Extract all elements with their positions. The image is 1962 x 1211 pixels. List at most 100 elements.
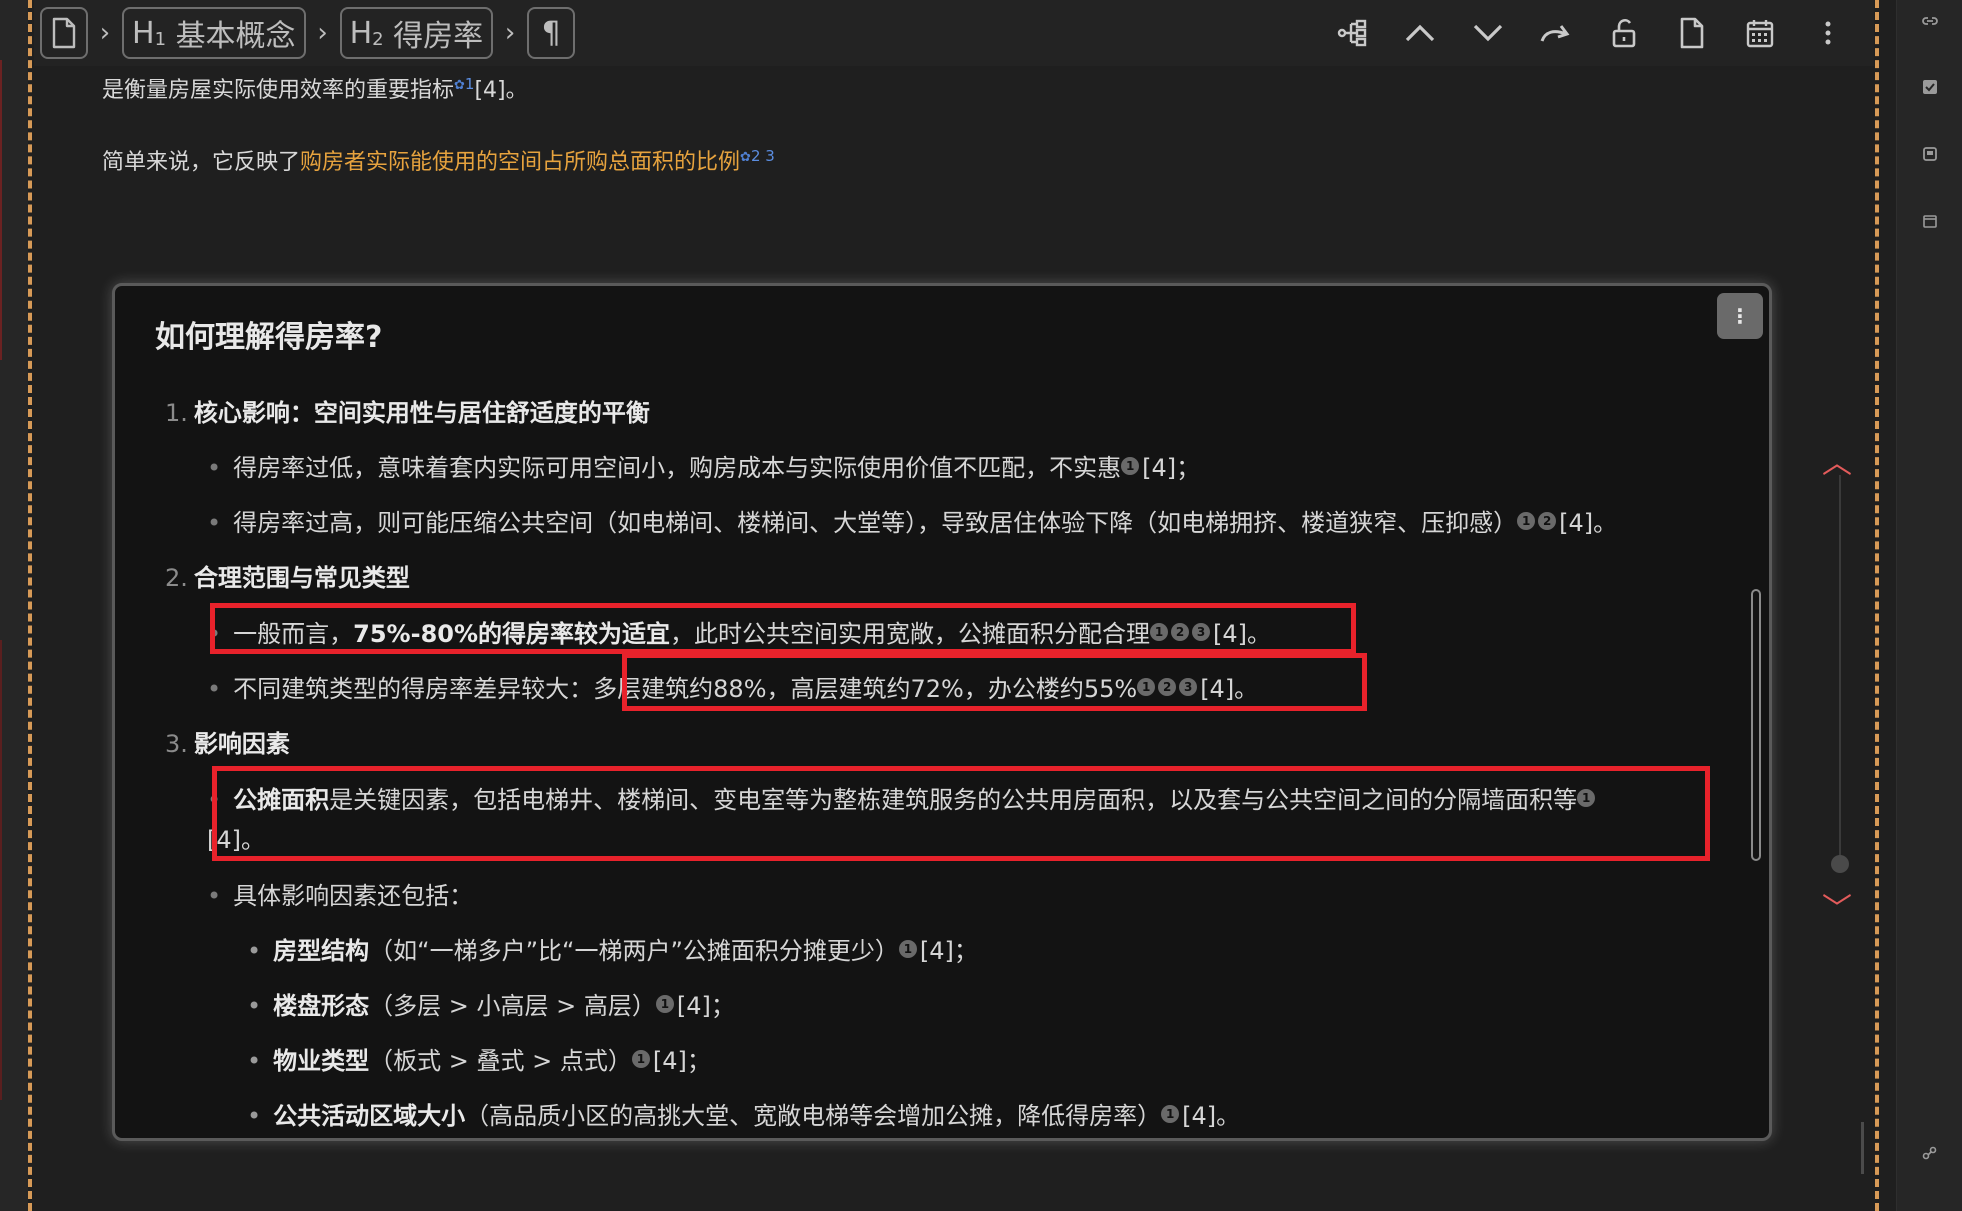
list-text: （如“一梯多户”比“一梯两户”公摊面积分摊更少） (369, 937, 899, 965)
highlighted-text: 购房者实际能使用的空间占所购总面积的比例 (300, 150, 741, 175)
panel-scrollbar[interactable] (1751, 589, 1761, 861)
reference-link[interactable]: [4]； (653, 1047, 711, 1075)
reference-link[interactable]: [4]。 (1559, 509, 1617, 537)
bullet-icon: • (247, 992, 262, 1020)
emphasis-text: 楼盘形态 (273, 992, 370, 1020)
toolbar-actions (1318, 9, 1862, 57)
bullet-icon: • (207, 454, 222, 482)
citation-badge[interactable]: 2 (1538, 512, 1557, 530)
heading-level: 2 (372, 28, 384, 50)
list-number: 1. (165, 399, 188, 427)
list-item: • 得房率过高，则可能压缩公共空间（如电梯间、楼梯间、大堂等），导致居住体验下降（… (207, 503, 1617, 538)
bullet-icon: • (247, 1047, 262, 1075)
calendar-icon[interactable] (1726, 9, 1794, 57)
list-item: • 得房率过低，意味着套内实际可用空间小，购房成本与实际使用价值不匹配，不实惠 1[… (207, 448, 1200, 483)
list-text: 具体影响因素还包括： (233, 882, 474, 910)
citation-number[interactable]: 2 3 (751, 147, 775, 165)
bullet-icon: • (247, 937, 262, 965)
body-paragraph: 是衡量房屋实际使用效率的重要指标✿1[4]。 (102, 72, 528, 104)
emphasis-text: 物业类型 (273, 1047, 370, 1075)
small-square-icon[interactable] (1919, 143, 1941, 165)
list-item: 1. 核心影响：空间实用性与居住舒适度的平衡 (165, 393, 650, 428)
breadcrumb-paragraph[interactable]: ¶ (527, 7, 576, 59)
list-item: • 公共活动区域大小（高品质小区的高挑大堂、宽敞电梯等会增加公摊，降低得房率） 1[… (247, 1096, 1240, 1131)
link-icon[interactable] (1919, 10, 1941, 32)
unlock-icon[interactable] (1590, 9, 1658, 57)
list-text: 得房率过低，意味着套内实际可用空间小，购房成本与实际使用价值不匹配，不实惠 (233, 454, 1122, 482)
calendar-small-icon[interactable] (1919, 210, 1941, 232)
citation-badge[interactable]: 1 (1121, 457, 1140, 475)
section-heading: 影响因素 (193, 730, 290, 758)
document-icon[interactable] (1658, 9, 1726, 57)
gutter-marker (0, 60, 2, 360)
section-heading: 合理范围与常见类型 (193, 564, 410, 592)
reference-link[interactable]: [4]。 (474, 78, 527, 103)
citation-icon: ✿ (740, 150, 751, 165)
annotation-box (210, 603, 1356, 654)
scroll-thumb[interactable] (1831, 855, 1849, 873)
scroll-track[interactable] (1839, 475, 1841, 865)
citation-badge[interactable]: 1 (631, 1050, 650, 1068)
annotation-box (622, 653, 1367, 711)
reference-link[interactable]: [4]。 (1182, 1102, 1240, 1130)
graph-icon[interactable] (1919, 1142, 1941, 1164)
bullet-icon: • (207, 882, 222, 910)
list-item: • 物业类型（板式 > 叠式 > 点式） 1 [4]； (247, 1041, 711, 1076)
panel-title: 如何理解得房率? (155, 320, 383, 355)
chevron-down-icon[interactable] (1454, 9, 1522, 57)
heading-prefix: H (349, 15, 373, 51)
list-number: 2. (165, 564, 188, 592)
paragraph-text: 简单来说，它反映了 (102, 150, 301, 175)
citation-badge[interactable]: 1 (898, 940, 917, 958)
heading-prefix: H (132, 15, 155, 51)
list-text: 得房率过高，则可能压缩公共空间（如电梯间、楼梯间、大堂等），导致居住体验下降（如… (233, 509, 1518, 537)
outline-icon[interactable] (1318, 9, 1386, 57)
right-sidebar (1896, 0, 1962, 1211)
heading-level-badge: H1 (132, 16, 166, 51)
chevron-right-icon: › (504, 18, 516, 48)
redo-icon[interactable] (1522, 9, 1590, 57)
paragraph-text: 是衡量房屋实际使用效率的重要指标 (102, 78, 455, 103)
list-text: （板式 > 叠式 > 点式） (369, 1047, 632, 1075)
gutter-marker (0, 640, 2, 1100)
citation-badge[interactable]: 1 (655, 995, 674, 1013)
editor-toolbar: › H1 基本概念 › H2 得房率 › ¶ (34, 0, 1874, 66)
panel-menu-button[interactable]: ⋮ (1717, 293, 1763, 339)
body-paragraph: 简单来说，它反映了购房者实际能使用的空间占所购总面积的比例✿2 3 (102, 144, 775, 176)
chevron-right-icon: › (317, 18, 328, 48)
editor-border-left (28, 0, 32, 1211)
scroll-down-button[interactable]: ﹀ (1822, 884, 1852, 928)
breadcrumb-h1[interactable]: H1 基本概念 (122, 7, 306, 59)
file-icon[interactable] (40, 7, 88, 59)
breadcrumb-h2[interactable]: H2 得房率 (339, 7, 494, 59)
checkbox-icon[interactable] (1919, 76, 1941, 98)
section-heading: 核心影响：空间实用性与居住舒适度的平衡 (193, 399, 650, 427)
reference-link[interactable]: [4]； (920, 937, 978, 965)
reference-link[interactable]: [4]； (1142, 454, 1200, 482)
left-gutter (0, 0, 28, 1211)
scroll-up-button[interactable]: ︿ (1822, 438, 1852, 482)
breadcrumb-label: 得房率 (393, 19, 484, 54)
list-text: （高品质小区的高挑大堂、宽敞电梯等会增加公摊，降低得房率） (465, 1102, 1162, 1130)
heading-level-badge: H2 (350, 16, 384, 51)
scrollbar-thumb[interactable] (1861, 1122, 1864, 1174)
chevron-right-icon: › (99, 18, 111, 48)
list-item: • 具体影响因素还包括： (207, 876, 473, 911)
breadcrumb-label: 基本概念 (175, 19, 296, 54)
more-vertical-icon[interactable] (1794, 9, 1862, 57)
list-item: 2. 合理范围与常见类型 (165, 558, 410, 593)
bullet-icon: • (207, 675, 222, 703)
list-text: 不同建筑类型的得房率差异较大： (233, 675, 594, 703)
breadcrumb: › H1 基本概念 › H2 得房率 › ¶ (40, 7, 576, 59)
list-item: 3. 影响因素 (165, 724, 290, 759)
citation-badge[interactable]: 1 (1161, 1105, 1180, 1123)
list-text: （多层 > 小高层 > 高层） (369, 992, 656, 1020)
chevron-up-icon[interactable] (1386, 9, 1454, 57)
reference-link[interactable]: [4]； (677, 992, 735, 1020)
heading-level: 1 (154, 28, 167, 50)
citation-badge[interactable]: 1 (1517, 512, 1536, 530)
list-item: • 房型结构（如“一梯多户”比“一梯两户”公摊面积分摊更少） 1 [4]； (247, 931, 978, 966)
annotation-box (212, 766, 1710, 861)
citation-icon: ✿ (454, 78, 465, 93)
emphasis-text: 公共活动区域大小 (273, 1102, 466, 1130)
